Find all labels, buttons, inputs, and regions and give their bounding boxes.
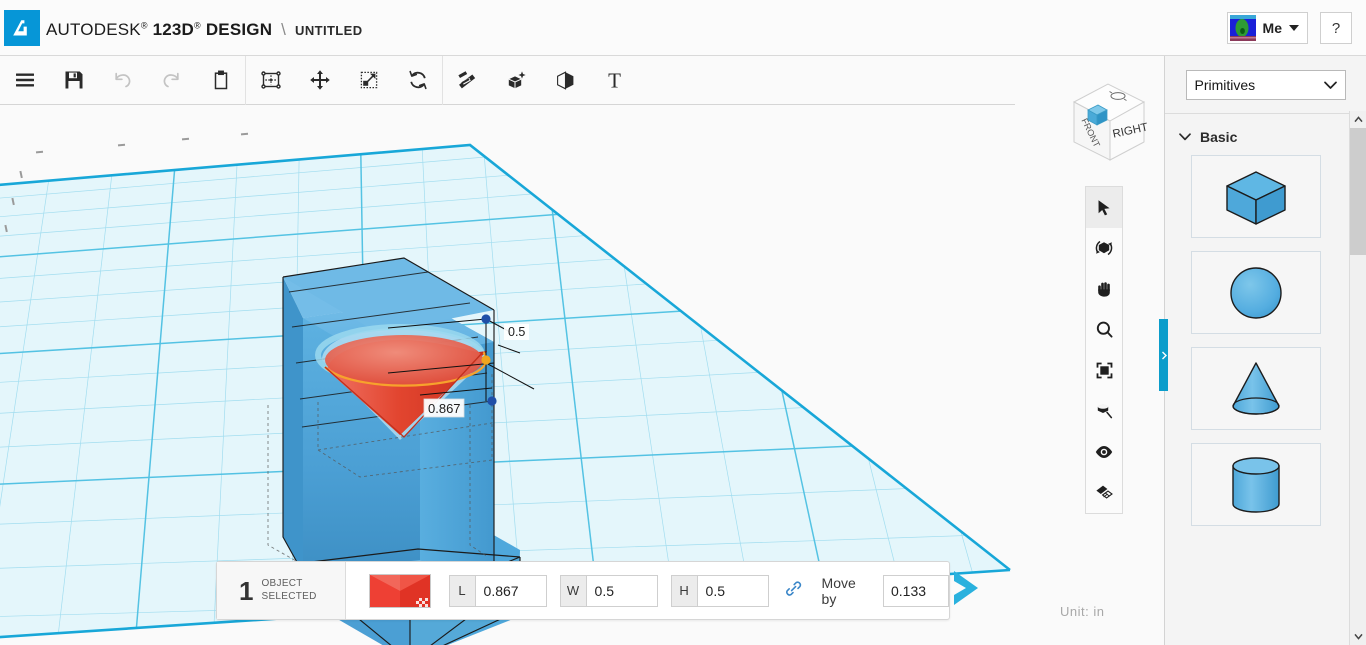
save-button[interactable] [49, 56, 98, 105]
shape-cone[interactable] [1191, 347, 1321, 430]
scale-button[interactable] [344, 56, 393, 105]
app-header: AUTODESK® 123D® DESIGN \ UNTITLED Me ? [0, 0, 1366, 56]
length-field-group: L [448, 574, 547, 607]
height-field[interactable] [696, 574, 769, 607]
shape-sphere[interactable] [1191, 251, 1321, 334]
width-field-group: W [559, 574, 658, 607]
red-material-swatch[interactable] [369, 573, 431, 608]
panel-header: Primitives [1165, 56, 1366, 114]
select-tool[interactable] [1086, 187, 1122, 228]
toolbar-group-create: T [443, 56, 639, 105]
navigation-toolbar [1085, 186, 1123, 514]
selection-summary: 1 OBJECT SELECTED [217, 562, 347, 619]
unit-value: in [1093, 604, 1105, 619]
zoom-object-tool[interactable] [1086, 391, 1122, 432]
unit-display: Unit: in [1060, 604, 1104, 619]
toolbar-group-file [0, 56, 245, 105]
section-basic-header[interactable]: Basic [1165, 114, 1366, 155]
move-button[interactable] [295, 56, 344, 105]
length-label: L [448, 574, 475, 607]
panel-scrollbar[interactable] [1349, 111, 1366, 645]
brand-trademark-1: ® [140, 20, 148, 31]
width-label: W [559, 574, 586, 607]
chevron-down-icon [1289, 25, 1299, 31]
selection-label-line2: SELECTED [261, 590, 317, 602]
move-by-label: Move by [821, 574, 856, 607]
main-toolbar: T [0, 55, 1015, 105]
text-button[interactable]: T [590, 56, 639, 105]
handle-top [481, 314, 491, 324]
height-label: H [670, 574, 697, 607]
help-button[interactable]: ? [1320, 12, 1352, 44]
handle-bottom [487, 396, 497, 406]
toolbar-group-transform [246, 56, 442, 105]
pan-tool[interactable] [1086, 269, 1122, 310]
shape-box[interactable] [1191, 155, 1321, 238]
construct-button[interactable] [492, 56, 541, 105]
brand-title: AUTODESK® 123D® DESIGN \ UNTITLED [46, 20, 363, 40]
sketch-button[interactable] [443, 56, 492, 105]
svg-text:0.867: 0.867 [428, 401, 461, 416]
selection-label: OBJECT SELECTED [261, 578, 316, 603]
chevron-down-icon [1179, 128, 1191, 146]
menu-button[interactable] [0, 56, 49, 105]
chevron-down-icon [1323, 77, 1337, 93]
visibility-tool[interactable] [1086, 432, 1122, 473]
handle-middle [481, 355, 491, 365]
length-field[interactable] [474, 574, 547, 607]
selection-count: 1 [239, 575, 254, 606]
selection-label-line1: OBJECT [261, 578, 303, 589]
help-icon: ? [1331, 19, 1341, 37]
document-title[interactable]: UNTITLED [295, 23, 362, 38]
chain-link-icon[interactable] [785, 580, 802, 602]
move-by-field[interactable] [882, 574, 949, 607]
svg-text:0.5: 0.5 [508, 325, 525, 339]
paste-button[interactable] [196, 56, 245, 105]
shape-gallery [1165, 155, 1366, 526]
category-select-value: Primitives [1194, 76, 1256, 93]
undo-button[interactable] [98, 56, 147, 105]
svg-text:T: T [608, 69, 621, 92]
brand-trademark-2: ® [194, 20, 201, 31]
zoom-tool[interactable] [1086, 309, 1122, 350]
scrollbar-thumb[interactable] [1350, 128, 1366, 255]
section-basic-title: Basic [1200, 129, 1238, 145]
dimension-label-height-group: 0.5 [504, 324, 529, 340]
selection-status-bar: 1 OBJECT SELECTED L 0.867 W 0.5 H 0.5 Mo… [216, 561, 950, 620]
redo-button[interactable] [147, 56, 196, 105]
pointer-arrow-annotation [952, 565, 990, 616]
brand-123d: 123D [152, 20, 195, 39]
rotate-button[interactable] [393, 56, 442, 105]
modify-button[interactable] [541, 56, 590, 105]
orbit-tool[interactable] [1086, 228, 1122, 269]
app-root: AUTODESK® 123D® DESIGN \ UNTITLED Me ? T… [0, 0, 1366, 645]
scroll-up-icon[interactable] [1350, 111, 1366, 128]
category-select[interactable]: Primitives [1185, 69, 1346, 100]
width-field[interactable] [585, 574, 658, 607]
brand-separator: \ [281, 20, 287, 39]
autodesk-logo-icon[interactable] [4, 10, 40, 46]
view-cube[interactable]: RIGHT FRONT [1062, 72, 1154, 172]
scroll-down-icon[interactable] [1350, 628, 1366, 645]
grid-snap-tool[interactable] [1086, 472, 1122, 513]
height-field-group: H [670, 574, 769, 607]
primitives-panel: Primitives Basic [1164, 56, 1366, 645]
account-menu-button[interactable]: Me [1226, 12, 1308, 44]
brand-autodesk: AUTODESK [46, 20, 141, 39]
avatar [1229, 15, 1256, 41]
account-label: Me [1262, 20, 1282, 36]
transform-button[interactable] [246, 56, 295, 105]
brand-design: DESIGN [205, 20, 273, 39]
fit-view-tool[interactable] [1086, 350, 1122, 391]
dimension-label-length-group: 0.867 [423, 398, 465, 418]
shape-cylinder[interactable] [1191, 443, 1321, 526]
panel-collapse-handle[interactable] [1159, 319, 1168, 391]
unit-label: Unit: [1060, 604, 1090, 619]
